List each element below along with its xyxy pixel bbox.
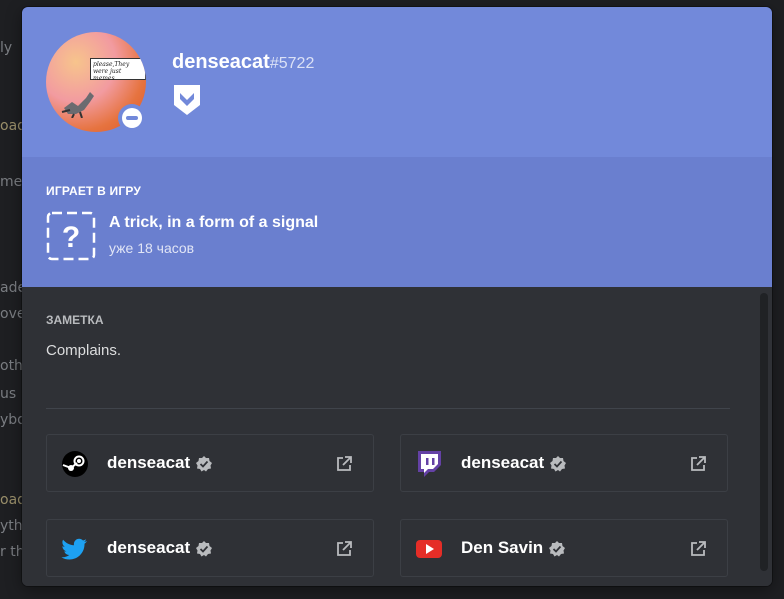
username-text: denseacat xyxy=(172,51,270,73)
youtube-icon xyxy=(416,540,442,558)
background-text: yth xyxy=(0,518,23,534)
unknown-game-icon: ? xyxy=(46,211,96,261)
account-name-text: Den Savin xyxy=(461,538,544,557)
verified-icon xyxy=(549,540,566,557)
connected-account-twitter[interactable]: denseacat xyxy=(46,519,374,577)
game-name: A trick, in a form of a signal xyxy=(109,214,319,231)
account-name: denseacat xyxy=(107,538,213,558)
account-name: denseacat xyxy=(461,453,567,473)
discriminator: #5722 xyxy=(269,55,315,72)
verified-icon xyxy=(196,455,213,472)
hypesquad-badge-icon[interactable] xyxy=(172,83,202,117)
avatar[interactable]: please,They were just memes xyxy=(46,32,146,132)
activity-section: ИГРАЕТ В ИГРУ ? A trick, in a form of a … xyxy=(22,157,772,287)
svg-text:?: ? xyxy=(62,221,80,254)
profile-header: please,They were just memes denseacat#57… xyxy=(22,7,772,157)
profile-body: ЗАМЕТКА Complains. denseacat denseacat d… xyxy=(22,287,772,586)
account-name-text: denseacat xyxy=(107,538,191,557)
twitch-icon xyxy=(418,451,441,477)
note-input[interactable]: Complains. xyxy=(46,342,121,359)
background-text: ly xyxy=(0,40,13,56)
connected-account-steam[interactable]: denseacat xyxy=(46,434,374,492)
note-title: ЗАМЕТКА xyxy=(46,313,104,327)
status-dnd-icon xyxy=(118,104,146,132)
steam-icon xyxy=(62,451,88,477)
external-link-icon[interactable] xyxy=(689,540,707,558)
external-link-icon[interactable] xyxy=(689,455,707,473)
background-text: us xyxy=(0,386,17,402)
verified-icon xyxy=(196,540,213,557)
account-name: denseacat xyxy=(107,453,213,473)
account-name: Den Savin xyxy=(461,538,566,558)
external-link-icon[interactable] xyxy=(335,455,353,473)
avatar-caption: please,They were just memes xyxy=(90,58,146,82)
game-elapsed-time: уже 18 часов xyxy=(109,240,195,256)
username: denseacat#5722 xyxy=(172,51,314,74)
divider xyxy=(46,408,730,409)
user-profile-modal: please,They were just memes denseacat#57… xyxy=(22,7,772,586)
account-name-text: denseacat xyxy=(461,453,545,472)
connected-account-twitch[interactable]: denseacat xyxy=(400,434,728,492)
background-text: oth xyxy=(0,358,23,374)
twitter-icon xyxy=(61,538,87,560)
background-text: r th xyxy=(0,544,25,560)
verified-icon xyxy=(550,455,567,472)
account-name-text: denseacat xyxy=(107,453,191,472)
scrollbar[interactable] xyxy=(760,293,768,571)
external-link-icon[interactable] xyxy=(335,540,353,558)
cat-figure-icon xyxy=(61,92,94,118)
background-text: me xyxy=(0,174,23,190)
connected-account-youtube[interactable]: Den Savin xyxy=(400,519,728,577)
activity-title: ИГРАЕТ В ИГРУ xyxy=(46,184,142,198)
